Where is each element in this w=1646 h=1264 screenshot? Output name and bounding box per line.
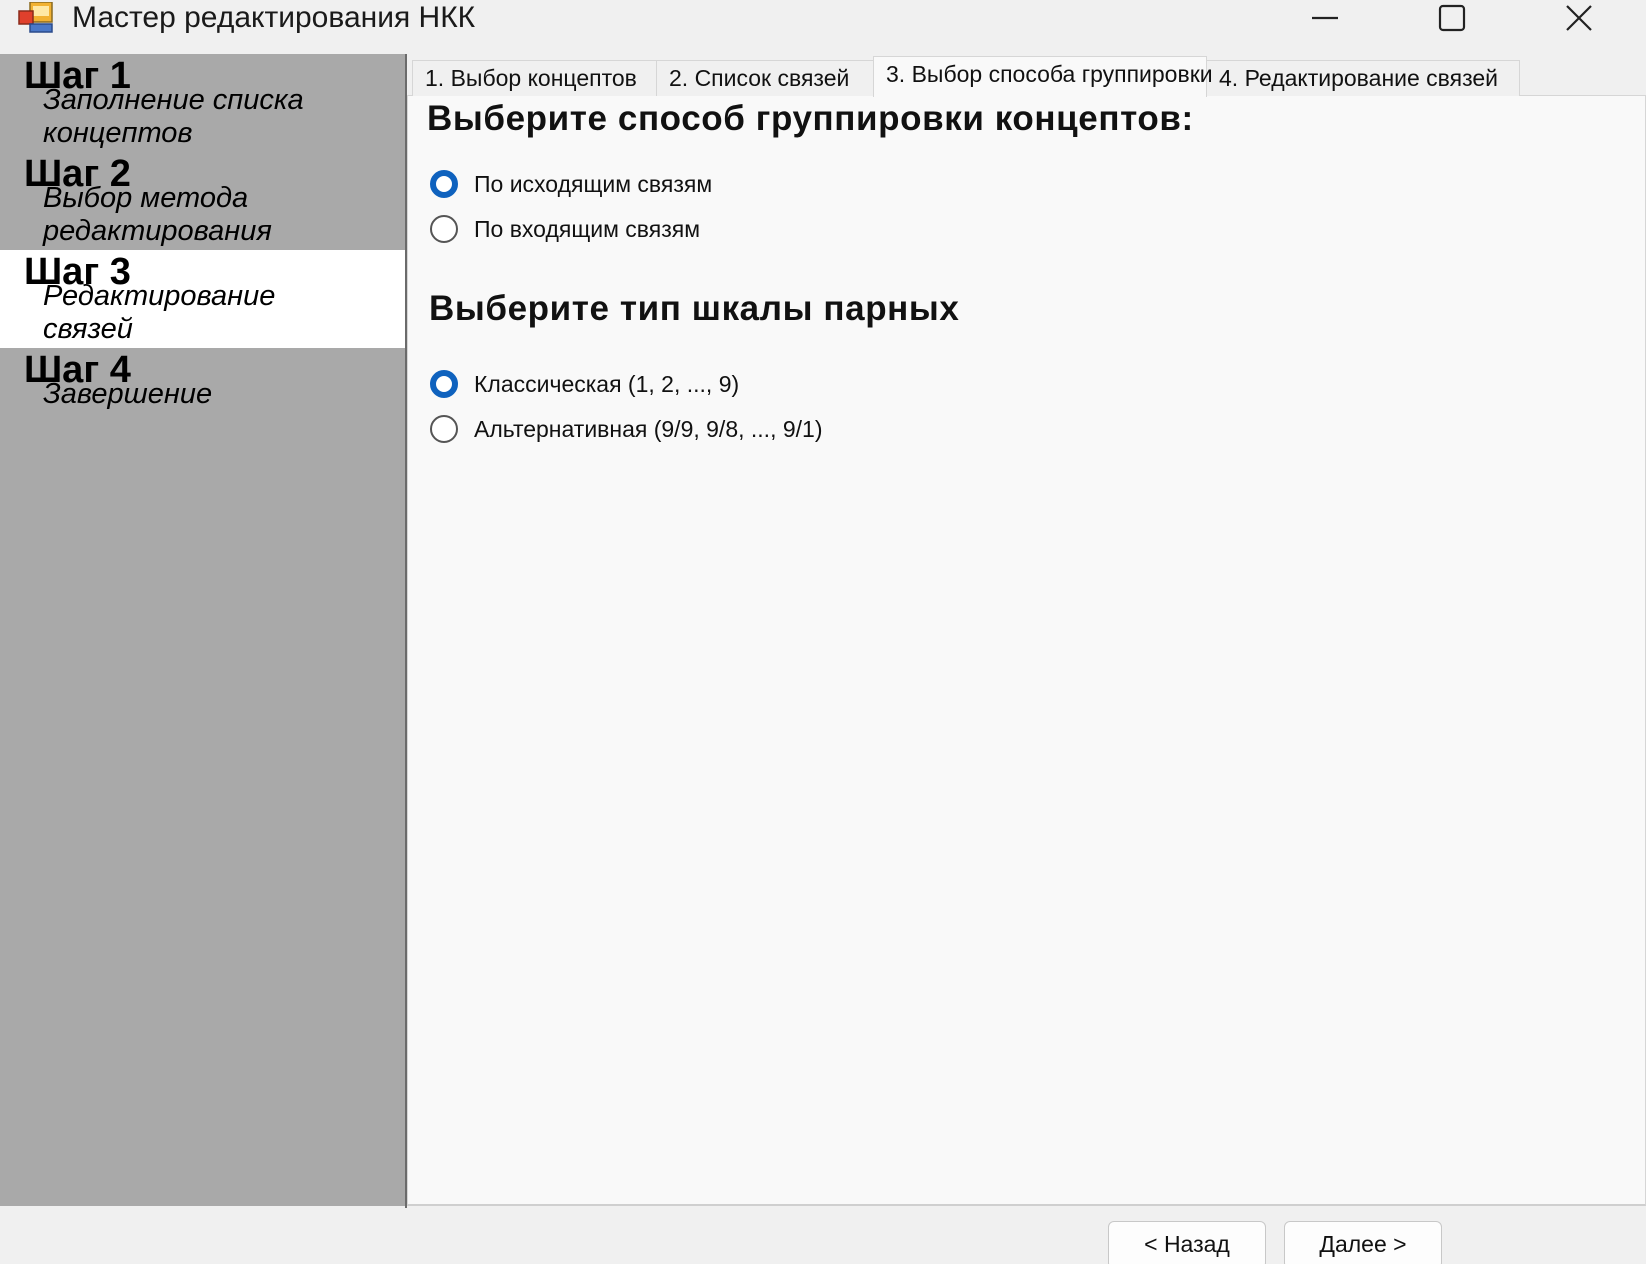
step-1: Шаг 1 Заполнение списка концептов xyxy=(0,54,406,152)
radio-label: Классическая (1, 2, ..., 9) xyxy=(474,371,740,397)
radio-label: По исходящим связям xyxy=(474,171,713,197)
tab-select-concepts[interactable]: 1. Выбор концептов xyxy=(412,60,657,96)
grouping-heading: Выберите способ группировки концептов: xyxy=(427,99,1194,138)
maximize-icon xyxy=(1438,4,1466,32)
radio-unchecked-icon xyxy=(430,415,458,443)
radio-checked-icon xyxy=(430,370,458,398)
step-3-active: Шаг 3 Редактирование связей xyxy=(0,250,406,348)
window-title: Мастер редактирования НКК xyxy=(72,1,476,34)
tab-grouping-method[interactable]: 3. Выбор способа группировки xyxy=(873,56,1213,97)
close-icon xyxy=(1566,5,1592,31)
tab-links-list[interactable]: 2. Список связей xyxy=(656,60,874,96)
radio-incoming-links[interactable]: По входящим связям xyxy=(430,214,700,244)
radio-classic-scale[interactable]: Классическая (1, 2, ..., 9) xyxy=(430,369,739,399)
radio-outgoing-links[interactable]: По исходящим связям xyxy=(430,169,712,199)
radio-unchecked-icon xyxy=(430,215,458,243)
maximize-button[interactable] xyxy=(1397,0,1507,36)
radio-alternative-scale[interactable]: Альтернативная (9/9, 9/8, ..., 9/1) xyxy=(430,414,822,444)
minimize-button[interactable] xyxy=(1270,0,1380,36)
step-description: Выбор метода редактирования xyxy=(43,182,272,247)
app-icon xyxy=(18,1,54,34)
minimize-icon xyxy=(1312,16,1338,20)
radio-label: Альтернативная (9/9, 9/8, ..., 9/1) xyxy=(474,416,823,442)
close-button[interactable] xyxy=(1524,0,1634,36)
tab-content-panel xyxy=(407,95,1646,1206)
wizard-steps-sidebar: Шаг 1 Заполнение списка концептов Шаг 2 … xyxy=(0,54,406,1206)
step-description: Завершение xyxy=(43,378,213,410)
title-bar: Мастер редактирования НКК xyxy=(0,0,1646,54)
radio-checked-icon xyxy=(430,170,458,198)
step-description: Редактирование связей xyxy=(43,280,276,345)
step-description: Заполнение списка концептов xyxy=(43,84,304,149)
scale-heading: Выберите тип шкалы парных xyxy=(429,289,960,328)
next-button[interactable]: Далее > xyxy=(1284,1221,1442,1264)
tab-edit-links[interactable]: 4. Редактирование связей xyxy=(1206,60,1520,96)
step-4: Шаг 4 Завершение xyxy=(0,348,406,446)
back-button[interactable]: < Назад xyxy=(1108,1221,1266,1264)
step-2: Шаг 2 Выбор метода редактирования xyxy=(0,152,406,250)
radio-label: По входящим связям xyxy=(474,216,701,242)
